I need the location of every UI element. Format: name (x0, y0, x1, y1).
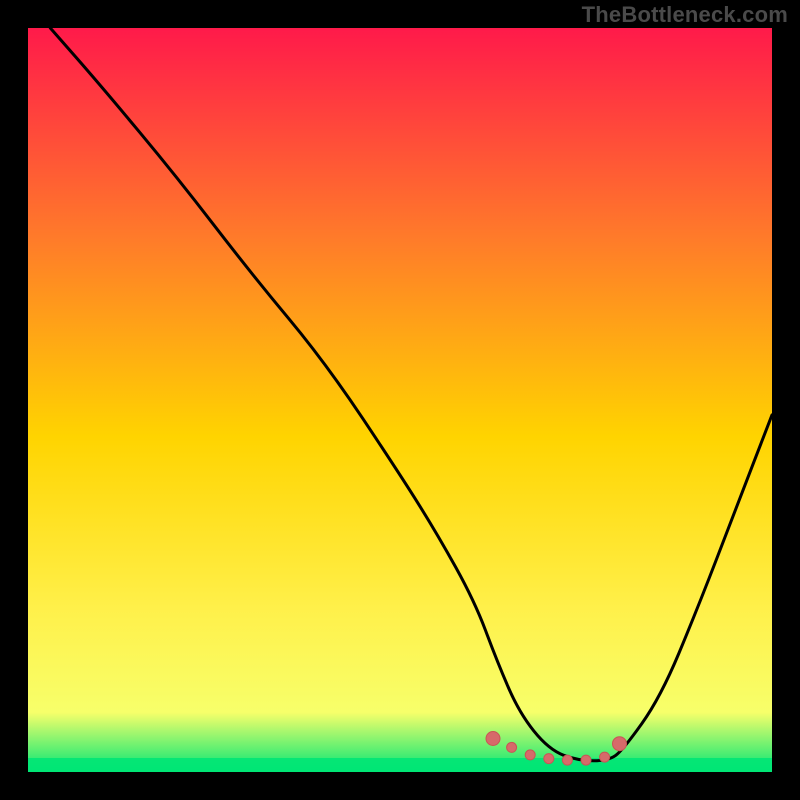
bottleneck-chart (0, 0, 800, 800)
curve-marker (562, 755, 572, 765)
watermark-text: TheBottleneck.com (582, 2, 788, 28)
curve-marker (544, 754, 554, 764)
plot-background (28, 28, 772, 772)
curve-marker (600, 752, 610, 762)
curve-marker (613, 737, 627, 751)
green-bottom-strip (28, 758, 772, 772)
curve-marker (581, 755, 591, 765)
curve-marker (507, 742, 517, 752)
curve-marker (486, 732, 500, 746)
curve-marker (525, 750, 535, 760)
chart-frame: TheBottleneck.com (0, 0, 800, 800)
